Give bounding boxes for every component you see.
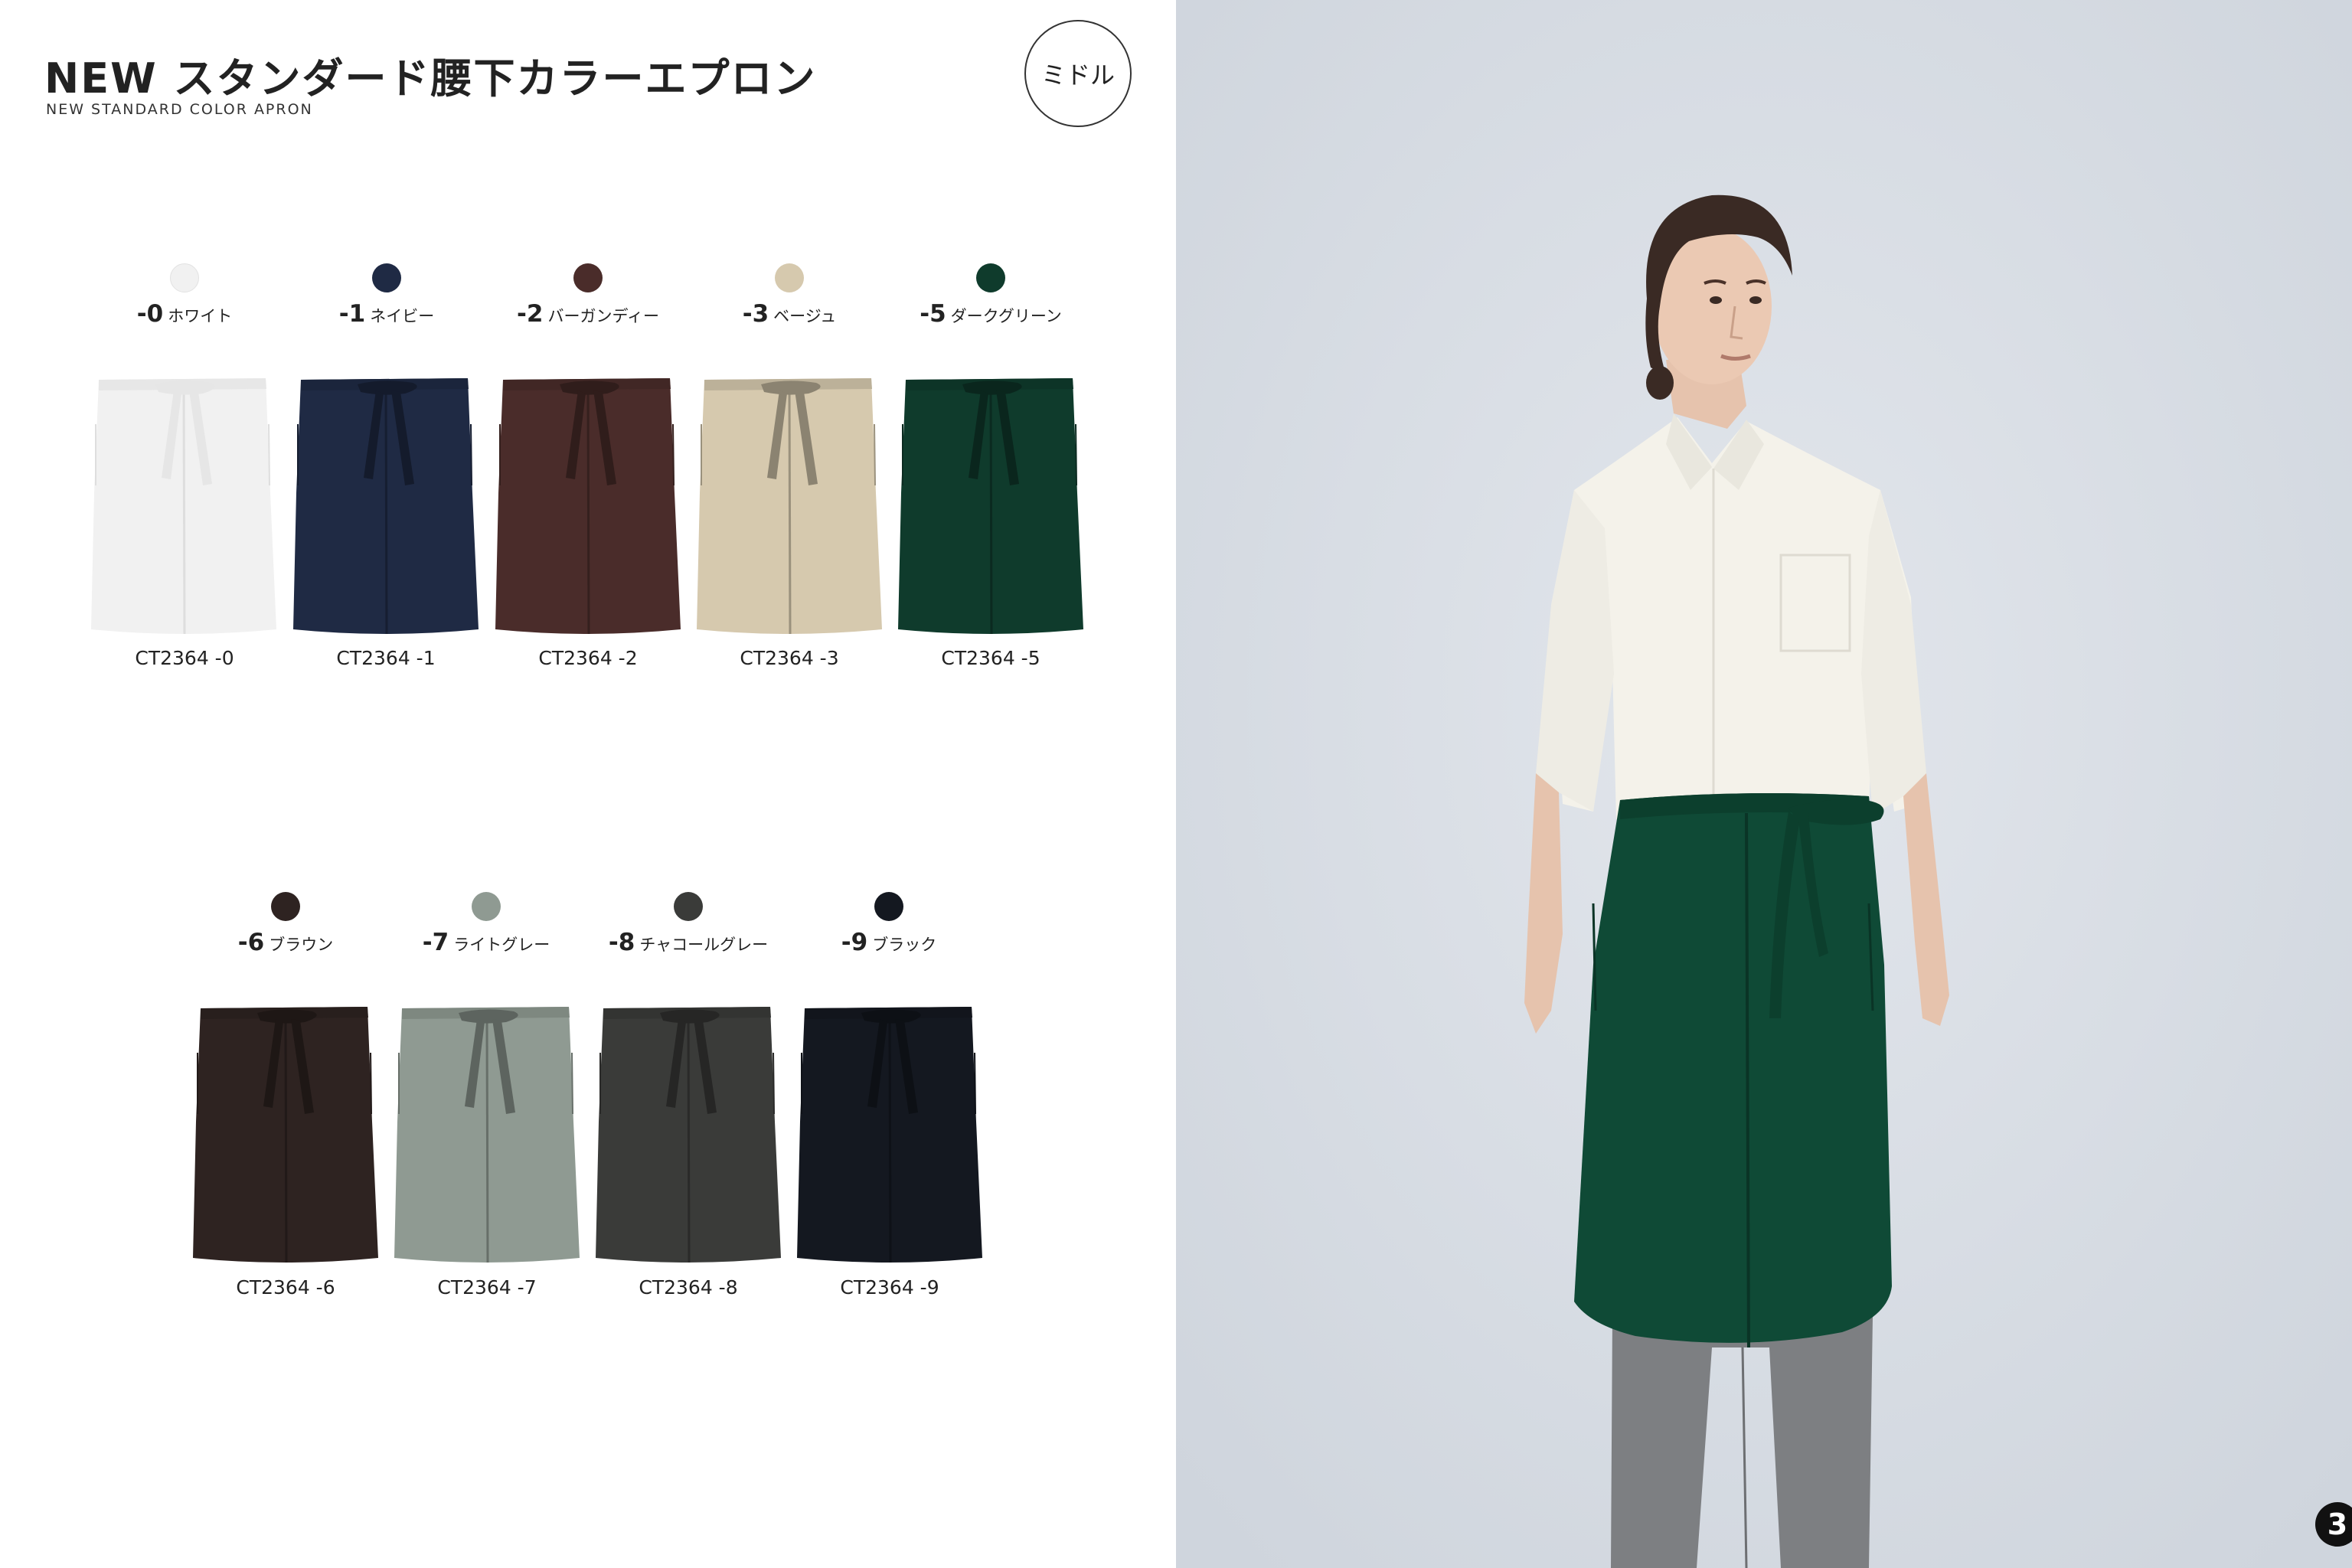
- apron-image-4: [898, 378, 1083, 635]
- color-name: ダークグリーン: [950, 307, 1062, 325]
- color-number: -0: [136, 300, 164, 328]
- product-code-4: CT2364 -5: [941, 647, 1040, 669]
- color-number: -7: [422, 929, 449, 956]
- color-number: -3: [742, 300, 769, 328]
- color-number: -1: [338, 300, 366, 328]
- model-illustration: [1176, 0, 2352, 1568]
- apron-center-slit: [586, 390, 590, 635]
- color-name: ブラック: [872, 936, 937, 954]
- color-number: -8: [608, 929, 635, 956]
- apron-center-slit: [687, 1018, 691, 1263]
- color-name: ベージュ: [773, 307, 837, 325]
- apron-image-1: [293, 378, 479, 635]
- product-code-0: CT2364 -0: [135, 647, 234, 669]
- color-name: ホワイト: [168, 307, 233, 325]
- apron-image-5: [193, 1007, 378, 1263]
- color-number: -5: [920, 300, 946, 328]
- color-label-4: -5 ダークグリーン: [876, 300, 1106, 328]
- apron-image-0: [91, 378, 276, 635]
- color-swatch-6: [472, 892, 501, 921]
- product-code-7: CT2364 -8: [639, 1276, 738, 1298]
- color-name: ネイビー: [370, 307, 435, 325]
- apron-pocket-right: [773, 1052, 775, 1115]
- product-code-8: CT2364 -9: [840, 1276, 939, 1298]
- apron-pocket-right: [571, 1052, 573, 1115]
- apron-pocket-right: [470, 423, 472, 486]
- color-number: -9: [841, 929, 868, 956]
- product-code-1: CT2364 -1: [336, 647, 436, 669]
- product-code-3: CT2364 -3: [740, 647, 839, 669]
- color-label-0: -0 ホワイト: [70, 300, 299, 328]
- page-title: NEW スタンダード腰下カラーエプロン: [44, 54, 817, 103]
- color-swatch-7: [674, 892, 703, 921]
- apron-image-7: [596, 1007, 781, 1263]
- apron-center-slit: [384, 390, 388, 635]
- apron-center-slit: [485, 1018, 489, 1263]
- product-code-2: CT2364 -2: [538, 647, 638, 669]
- color-swatch-3: [775, 263, 804, 292]
- color-name: チャコールグレー: [639, 936, 769, 954]
- product-code-6: CT2364 -7: [437, 1276, 537, 1298]
- color-swatch-5: [271, 892, 300, 921]
- color-label-3: -3 ベージュ: [675, 300, 904, 328]
- color-number: -6: [237, 929, 265, 956]
- color-swatch-0: [170, 263, 199, 292]
- color-swatch-2: [573, 263, 603, 292]
- model-photo: 3: [1176, 0, 2352, 1568]
- color-name: ライトグレー: [453, 936, 550, 954]
- color-name: ブラウン: [269, 936, 334, 954]
- color-label-2: -2 バーガンディー: [473, 300, 703, 328]
- color-label-1: -1 ネイビー: [272, 300, 501, 328]
- page-subtitle: NEW STANDARD COLOR APRON: [46, 101, 313, 118]
- color-label-8: -9 ブラック: [774, 929, 1004, 956]
- apron-pocket-right: [874, 423, 876, 486]
- size-badge-label: ミドル: [1040, 60, 1115, 90]
- apron-image-3: [697, 378, 882, 635]
- color-label-5: -6 ブラウン: [171, 929, 400, 956]
- color-swatch-4: [976, 263, 1005, 292]
- apron-image-8: [797, 1007, 982, 1263]
- apron-image-6: [394, 1007, 580, 1263]
- apron-pocket-right: [672, 423, 675, 486]
- color-swatch-1: [372, 263, 401, 292]
- size-badge: ミドル: [1024, 20, 1132, 127]
- apron-image-2: [495, 378, 681, 635]
- color-swatch-8: [874, 892, 903, 921]
- catalog-page: NEW スタンダード腰下カラーエプロン NEW STANDARD COLOR A…: [0, 0, 1176, 1568]
- apron-center-slit: [182, 390, 186, 635]
- color-label-6: -7 ライトグレー: [371, 929, 601, 956]
- color-label-7: -8 チャコールグレー: [573, 929, 803, 956]
- color-number: -2: [517, 300, 544, 328]
- apron-pocket-right: [268, 423, 270, 486]
- color-name: バーガンディー: [547, 307, 659, 325]
- product-code-5: CT2364 -6: [236, 1276, 335, 1298]
- apron-center-slit: [788, 390, 792, 635]
